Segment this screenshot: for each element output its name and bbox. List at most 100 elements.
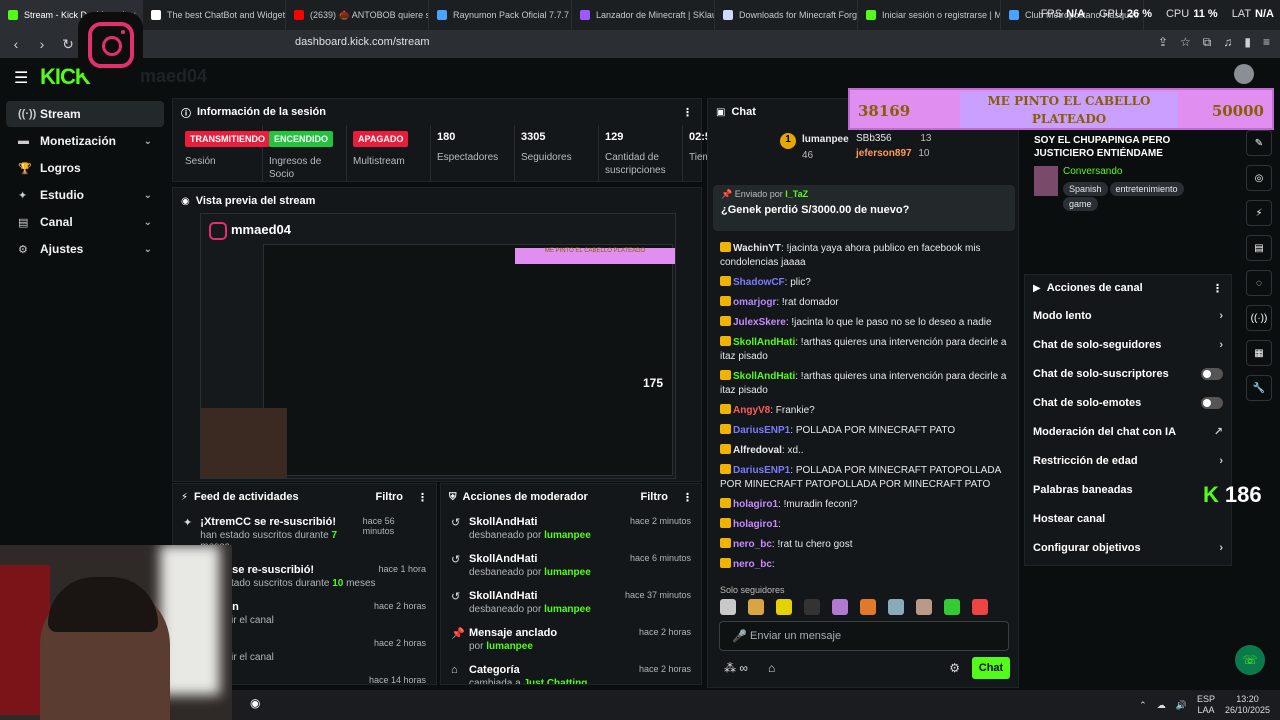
browser-tab[interactable]: Iniciar sesión o registrarse | Mi×	[858, 0, 1001, 30]
edit-icon[interactable]: ✎	[1246, 130, 1272, 156]
more-options-icon[interactable]: ⋮	[417, 491, 428, 504]
sidebar-item-logros[interactable]: 🏆 Logros	[6, 155, 164, 181]
chat-username[interactable]: SkollAndHati	[733, 371, 795, 382]
channel-action-item[interactable]: Restricción de edad ›	[1025, 446, 1231, 475]
chat-username[interactable]: AngyV8	[733, 405, 770, 416]
mod-action-item[interactable]: ↺ SkollAndHati desbaneado por lumanpee hace…	[441, 547, 701, 584]
tag-chip[interactable]: entretenimiento	[1109, 182, 1184, 196]
mod-action-item[interactable]: ⌂ Categoría cambiada a Just Chatting hace 2…	[441, 658, 701, 684]
leader-name[interactable]: lumanpee	[802, 134, 849, 145]
chat-username[interactable]: nero_bc	[733, 539, 772, 550]
chat-message[interactable]: nero_bc: !rat tu chero gost	[708, 535, 1020, 555]
chat-username[interactable]: omarjogr	[733, 297, 776, 308]
sidebar-item-canal[interactable]: ▤ Canal ⌄	[6, 209, 164, 235]
channel-action-item[interactable]: Chat de solo-suscriptores	[1025, 359, 1231, 388]
chat-message[interactable]: nero_bc:	[708, 555, 1020, 575]
sidebar-item-estudio[interactable]: ✦ Estudio ⌄	[6, 182, 164, 208]
reload-icon[interactable]: ↻	[58, 36, 78, 53]
chat-message[interactable]: omarjogr: !rat domador	[708, 293, 1020, 313]
mod-action-item[interactable]: 📌 Mensaje anclado por lumanpee hace 2 horas	[441, 621, 701, 658]
chat-message[interactable]: holagiro1:	[708, 515, 1020, 535]
document-icon[interactable]: ▤	[1246, 235, 1272, 261]
emote-icon[interactable]	[776, 599, 792, 615]
back-icon[interactable]: ‹	[6, 36, 26, 52]
wrench-icon[interactable]: 🔧	[1246, 375, 1272, 401]
cloud-icon[interactable]: ☁	[1157, 700, 1166, 711]
channel-action-item[interactable]: Palabras baneadas	[1025, 475, 1231, 504]
chat-username[interactable]: ShadowCF	[733, 277, 785, 288]
user-avatar[interactable]	[1234, 64, 1254, 84]
chat-username[interactable]: Alfredoval	[733, 445, 782, 456]
leader-name[interactable]: SBb356	[856, 133, 892, 144]
emote-icon[interactable]	[832, 599, 848, 615]
channel-action-item[interactable]: Moderación del chat con IA ↗	[1025, 417, 1231, 446]
chat-username[interactable]: holagiro1	[733, 519, 778, 530]
sidebar-icon[interactable]: ▮	[1244, 35, 1251, 50]
category-thumbnail[interactable]	[1034, 166, 1058, 196]
channel-action-item[interactable]: Modo lento ›	[1025, 301, 1231, 330]
mod-filter-button[interactable]: Filtro	[641, 491, 669, 504]
url-text[interactable]: dashboard.kick.com/stream	[295, 36, 430, 48]
chat-message[interactable]: JulexSkere: !jacinta lo que le paso no s…	[708, 313, 1020, 333]
browser-tab[interactable]: (2639) 🌰 ANTOBOB quiere st×	[286, 0, 429, 30]
more-options-icon[interactable]: ⋮	[682, 491, 693, 504]
chat-message[interactable]: holagiro1: !muradin feconi?	[708, 495, 1020, 515]
settings-icon[interactable]: ⚙	[949, 661, 960, 675]
layout-icon[interactable]: ▦	[1246, 340, 1272, 366]
chat-message[interactable]: ShadowCF: plic?	[708, 273, 1020, 293]
channel-action-item[interactable]: Chat de solo-emotes	[1025, 388, 1231, 417]
broadcast-icon[interactable]: ((·))	[1246, 305, 1272, 331]
toggle-switch[interactable]	[1201, 396, 1223, 409]
chat-username[interactable]: DariusENP1	[733, 465, 790, 476]
hamburger-menu-icon[interactable]: ☰	[14, 68, 28, 88]
chat-message[interactable]: SkollAndHati: !arthas quieres una interv…	[708, 333, 1020, 367]
share-icon[interactable]: ⇪	[1158, 35, 1168, 50]
store-icon[interactable]: ⌂	[768, 661, 775, 675]
emote-icon[interactable]	[804, 599, 820, 615]
forward-icon[interactable]: ›	[32, 36, 52, 52]
sidebar-item-monetizacin[interactable]: ▬ Monetización ⌄	[6, 128, 164, 154]
chat-message[interactable]: DariusENP1: POLLADA POR MINECRAFT PATO	[708, 421, 1020, 441]
browser-tab[interactable]: Downloads for Minecraft Forge×	[715, 0, 858, 30]
bookmark-icon[interactable]: ☆	[1180, 35, 1191, 50]
pinned-user[interactable]: I_TaZ	[785, 189, 808, 199]
emote-icon[interactable]	[972, 599, 988, 615]
chat-message[interactable]: WachinYT: !jacinta yaya ahora publico en…	[708, 239, 1020, 273]
support-fab-icon[interactable]: ☏	[1235, 645, 1265, 675]
more-options-icon[interactable]: ⋮	[682, 106, 693, 119]
sidebar-item-ajustes[interactable]: ⚙ Ajustes ⌄	[6, 236, 164, 262]
chat-username[interactable]: nero_bc	[733, 559, 772, 570]
chat-message[interactable]: DariusENP1: POLLADA POR MINECRAFT PATOPO…	[708, 461, 1020, 495]
toggle-switch[interactable]	[1201, 367, 1223, 380]
stream-preview-video[interactable]: mmaed04 ME PINTO EL CABELLO PLATEADO 175	[200, 213, 676, 479]
chat-tools-icon[interactable]: ⁂ ∞	[724, 661, 748, 675]
language-indicator[interactable]: ESP LAA	[1197, 694, 1215, 716]
emote-icon[interactable]	[860, 599, 876, 615]
more-options-icon[interactable]: ⋮	[1212, 282, 1223, 295]
tag-chip[interactable]: Spanish	[1062, 182, 1108, 196]
category-name[interactable]: Conversando	[1063, 166, 1222, 177]
mic-icon[interactable]: 🎤	[732, 629, 747, 643]
chat-username[interactable]: DariusENP1	[733, 425, 790, 436]
channel-action-item[interactable]: Configurar objetivos ›	[1025, 533, 1231, 562]
chat-message[interactable]: Alfredoval: xd..	[708, 441, 1020, 461]
chat-username[interactable]: JulexSkere	[733, 317, 786, 328]
emote-icon[interactable]	[748, 599, 764, 615]
emote-icon[interactable]	[944, 599, 960, 615]
browser-tab[interactable]: Lanzador de Minecraft | SKlau×	[572, 0, 715, 30]
extensions-icon[interactable]: ⧉	[1203, 35, 1212, 50]
chat-username[interactable]: holagiro1	[733, 499, 778, 510]
chat-message[interactable]: SkollAndHati: !arthas quieres una interv…	[708, 367, 1020, 401]
browser-tab[interactable]: Raynumon Pack Oficial 7.7.7×	[429, 0, 572, 30]
chat-icon[interactable]: ◌	[1246, 270, 1272, 296]
mod-action-item[interactable]: ↺ SkollAndHati desbaneado por lumanpee hace…	[441, 584, 701, 621]
mod-action-item[interactable]: ↺ SkollAndHati desbaneado por lumanpee hace…	[441, 510, 701, 547]
emote-icon[interactable]	[720, 599, 736, 615]
steam-icon[interactable]: ◉	[250, 696, 260, 710]
sidebar-item-stream[interactable]: ((·)) Stream	[6, 101, 164, 127]
camera-icon[interactable]: ◎	[1246, 165, 1272, 191]
feed-filter-button[interactable]: Filtro	[376, 491, 404, 504]
browser-tab[interactable]: The best ChatBot and Widgets×	[143, 0, 286, 30]
chat-input[interactable]: Enviar un mensaje	[719, 621, 1009, 651]
tag-chip[interactable]: game	[1062, 197, 1098, 211]
